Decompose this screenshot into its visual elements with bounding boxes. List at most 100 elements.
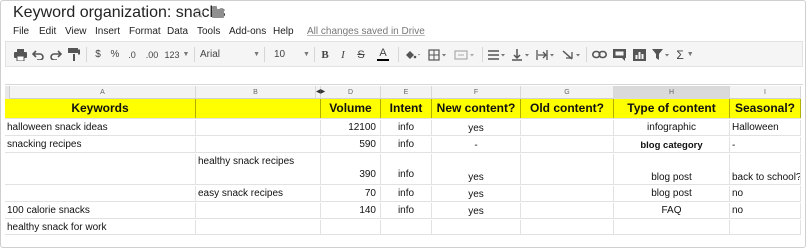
formula-bar[interactable] [5, 68, 803, 85]
cell-subkeyword[interactable]: easy snack recipes [196, 186, 321, 201]
cell-old-content[interactable] [521, 137, 614, 152]
cell-volume[interactable]: 590 [321, 137, 381, 152]
column-header-a[interactable]: A [10, 86, 196, 99]
cell-intent[interactable]: info [381, 137, 432, 152]
strikethrough-button[interactable]: S [354, 46, 368, 63]
cell-volume[interactable]: 140 [321, 203, 381, 218]
cell-type-of-content[interactable]: FAQ [614, 203, 730, 218]
redo-icon[interactable] [48, 46, 64, 63]
cell-subkeyword[interactable]: healthy snack recipes [196, 154, 321, 184]
cell-new-content[interactable]: yes [432, 154, 521, 184]
menu-data[interactable]: Data [167, 26, 188, 37]
cell-keyword[interactable]: healthy snack for work [5, 220, 196, 234]
font-family-select[interactable]: Arial ▼ [198, 46, 260, 63]
undo-icon[interactable] [30, 46, 46, 63]
cell-new-content[interactable]: - [432, 137, 521, 152]
column-header-h[interactable]: H [614, 86, 730, 99]
bold-button[interactable]: B [318, 46, 332, 63]
header-volume[interactable]: Volume [321, 99, 381, 118]
cell-seasonal[interactable] [730, 220, 801, 234]
borders-icon[interactable] [426, 46, 450, 63]
fill-color-icon[interactable] [402, 46, 424, 63]
menu-view[interactable]: View [65, 26, 87, 37]
cell-subkeyword[interactable] [196, 137, 321, 152]
paint-format-icon[interactable] [66, 46, 82, 63]
text-color-button[interactable]: A [372, 46, 394, 63]
column-header-d[interactable]: D [321, 86, 381, 99]
insert-chart-icon[interactable] [630, 46, 648, 63]
filter-icon[interactable] [650, 46, 672, 63]
cell-keyword[interactable] [5, 186, 196, 201]
header-type-of-content[interactable]: Type of content [614, 99, 730, 118]
header-keywords[interactable]: Keywords [5, 99, 196, 118]
menu-file[interactable]: File [13, 26, 29, 37]
more-formats-button[interactable]: 123 ▼ [164, 46, 190, 63]
cell-subkeyword[interactable] [196, 203, 321, 218]
cell-volume[interactable] [321, 220, 381, 234]
currency-format-button[interactable]: $ [92, 46, 104, 63]
cell-old-content[interactable] [521, 154, 614, 184]
column-header-e[interactable]: E [381, 86, 432, 99]
cell-new-content[interactable] [432, 220, 521, 234]
header-old-content[interactable]: Old content? [521, 99, 614, 118]
print-icon[interactable] [12, 46, 28, 63]
font-size-select[interactable]: 10 ▼ [270, 46, 310, 63]
column-header-f[interactable]: F [432, 86, 521, 99]
cell-keyword[interactable]: halloween snack ideas [5, 120, 196, 135]
increase-decimal-button[interactable]: .00 [142, 46, 162, 63]
cell-intent[interactable]: info [381, 154, 432, 184]
cell-volume[interactable]: 12100 [321, 120, 381, 135]
cell-keyword[interactable] [5, 154, 196, 184]
header-new-content[interactable]: New content? [432, 99, 521, 118]
cell-subkeyword[interactable] [196, 120, 321, 135]
header-intent[interactable]: Intent [381, 99, 432, 118]
cell-old-content[interactable] [521, 220, 614, 234]
text-rotation-icon[interactable] [560, 46, 584, 63]
merge-cells-icon[interactable] [452, 46, 478, 63]
insert-comment-icon[interactable] [610, 46, 628, 63]
star-icon[interactable]: ☆ [192, 4, 205, 22]
column-header-g[interactable]: G [521, 86, 614, 99]
menu-format[interactable]: Format [129, 26, 161, 37]
cell-seasonal[interactable]: no [730, 186, 801, 201]
cell-old-content[interactable] [521, 120, 614, 135]
header-seasonal[interactable]: Seasonal? [730, 99, 801, 118]
decrease-decimal-button[interactable]: .0 [124, 46, 140, 63]
text-wrap-icon[interactable] [534, 46, 558, 63]
cell-type-of-content[interactable]: infographic [614, 120, 730, 135]
align-horizontal-icon[interactable] [486, 46, 508, 63]
cell-seasonal[interactable]: - [730, 137, 801, 152]
column-header-b[interactable]: B [196, 86, 316, 99]
cell-keyword[interactable]: 100 calorie snacks [5, 203, 196, 218]
menu-help[interactable]: Help [273, 26, 294, 37]
menu-addons[interactable]: Add-ons [229, 26, 266, 37]
italic-button[interactable]: I [336, 46, 350, 63]
cell-type-of-content[interactable]: blog post [614, 186, 730, 201]
cell-volume[interactable]: 70 [321, 186, 381, 201]
cell-intent[interactable]: info [381, 186, 432, 201]
cell-old-content[interactable] [521, 203, 614, 218]
cell-new-content[interactable]: yes [432, 186, 521, 201]
cell-intent[interactable] [381, 220, 432, 234]
cell-intent[interactable]: info [381, 203, 432, 218]
menu-tools[interactable]: Tools [197, 26, 220, 37]
folder-icon[interactable] [212, 6, 224, 18]
cell-seasonal[interactable]: back to school? [730, 154, 801, 184]
menu-insert[interactable]: Insert [95, 26, 120, 37]
cell-new-content[interactable]: yes [432, 120, 521, 135]
cell-seasonal[interactable]: no [730, 203, 801, 218]
percent-format-button[interactable]: % [108, 46, 122, 63]
functions-button[interactable]: Σ ▼ [674, 46, 696, 63]
cell-old-content[interactable] [521, 186, 614, 201]
insert-link-icon[interactable] [590, 46, 608, 63]
cell-new-content[interactable]: yes [432, 203, 521, 218]
cell-subkeyword[interactable] [196, 220, 321, 234]
cell-seasonal[interactable]: Halloween [730, 120, 801, 135]
menu-edit[interactable]: Edit [39, 26, 56, 37]
cell-keyword[interactable]: snacking recipes [5, 137, 196, 152]
cell-intent[interactable]: info [381, 120, 432, 135]
save-status-link[interactable]: All changes saved in Drive [307, 26, 425, 37]
align-vertical-icon[interactable] [510, 46, 532, 63]
cell-type-of-content[interactable]: blog post [614, 154, 730, 184]
cell-volume[interactable]: 390 [321, 154, 381, 184]
